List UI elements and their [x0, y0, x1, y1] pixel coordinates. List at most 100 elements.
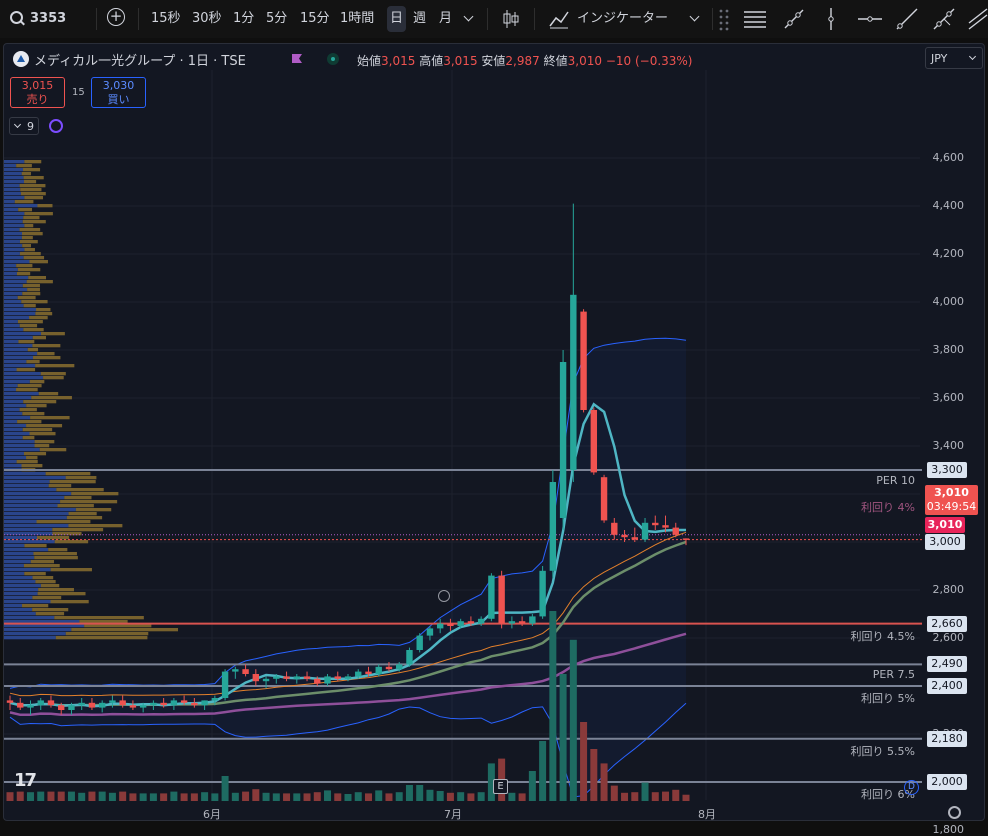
candle-body	[201, 700, 208, 706]
volume-bar	[354, 792, 362, 801]
candle-body	[396, 664, 403, 670]
volume-profile-bar	[71, 628, 179, 632]
volume-profile-bar	[30, 560, 55, 564]
volume-profile-bar	[4, 284, 23, 288]
level-price-tag: 2,400	[927, 678, 967, 694]
dividend-marker[interactable]: D	[904, 780, 919, 795]
volume-profile-bar	[24, 224, 34, 228]
volume-profile-bar	[4, 228, 20, 232]
volume-profile-bar	[4, 308, 37, 312]
volume-profile-bar	[4, 352, 38, 356]
volume-profile-bar	[4, 580, 36, 584]
volume-profile-bar	[20, 188, 42, 192]
volume-profile-bar	[60, 500, 118, 504]
volume-profile-bar	[37, 352, 55, 356]
volume-profile-bar	[16, 460, 38, 464]
volume-profile-bar	[4, 536, 37, 540]
sync-icon[interactable]	[49, 119, 63, 133]
buy-button[interactable]: 3,030 買い	[91, 77, 146, 108]
volume-profile-bar	[4, 236, 22, 240]
indicators-toggle[interactable]: 9	[9, 117, 39, 135]
volume-profile-bar	[14, 200, 34, 204]
currency-select[interactable]: JPY	[925, 47, 983, 69]
volume-profile-bar	[57, 504, 94, 508]
volume-profile-bar	[32, 576, 54, 580]
earnings-marker[interactable]: E	[493, 779, 508, 794]
volume-profile-bar	[40, 372, 66, 376]
volume-profile-bar	[4, 328, 24, 332]
volume-profile-bar	[4, 368, 17, 372]
candle-body	[580, 311, 587, 410]
volume-profile-bar	[4, 312, 36, 316]
volume-profile-bar	[23, 216, 40, 220]
volume-bar	[313, 792, 321, 801]
symbol-title[interactable]: メディカル一光グループ · 1日 · TSE	[34, 50, 246, 69]
volume-profile-bar	[24, 248, 35, 252]
candle-body	[375, 666, 382, 674]
volume-profile-bar	[21, 172, 31, 176]
volume-profile-bar	[39, 448, 67, 452]
level-line-label: 利回り 6%	[861, 788, 915, 801]
volume-profile-bar	[4, 412, 23, 416]
candle-body	[334, 676, 341, 679]
sell-button[interactable]: 3,015 売り	[10, 77, 65, 108]
volume-profile-bar	[19, 240, 38, 244]
volume-profile-bar	[4, 212, 25, 216]
volume-profile-bar	[4, 244, 23, 248]
level-price-tag: 3,300	[927, 462, 967, 478]
volume-profile-bar	[4, 480, 50, 484]
candle-body	[262, 678, 270, 682]
candle-body	[672, 527, 679, 535]
time-axis-label: 7月	[444, 808, 462, 821]
volume-profile-bar	[22, 232, 43, 236]
volume-profile-bar	[22, 284, 40, 288]
replay-marker-icon[interactable]	[438, 590, 450, 602]
volume-profile-bar	[20, 192, 46, 196]
volume-bar	[283, 793, 291, 801]
candle-body	[477, 618, 485, 624]
price-tag-3000: 3,000	[925, 534, 965, 550]
volume-bar	[88, 791, 96, 801]
volume-bar	[231, 792, 239, 801]
volume-profile-bar	[4, 460, 17, 464]
volume-profile-bar	[68, 512, 97, 516]
volume-profile-bar	[4, 400, 24, 404]
candle-body	[242, 669, 249, 674]
volume-bar	[590, 749, 598, 801]
candle-body	[365, 671, 372, 674]
candle-body	[498, 575, 505, 624]
volume-bar	[201, 792, 209, 801]
volume-bar	[682, 794, 690, 801]
level-line-label: 利回り 4.5%	[850, 629, 915, 643]
volume-profile-bar	[52, 528, 104, 532]
volume-bar	[160, 793, 168, 801]
volume-profile-bar	[4, 568, 51, 572]
volume-bar	[221, 776, 229, 801]
volume-bar	[262, 792, 270, 801]
volume-profile-bar	[4, 172, 22, 176]
volume-bar	[57, 791, 65, 801]
volume-profile-bar	[17, 296, 36, 300]
price-axis-label: 3,600	[932, 391, 965, 404]
volume-profile-bar	[4, 332, 42, 336]
volume-profile-bar	[4, 356, 34, 360]
volume-profile-bar	[16, 368, 36, 372]
tradingview-logo[interactable]: 17	[14, 770, 37, 791]
volume-profile-bar	[4, 408, 20, 412]
settings-gear-icon[interactable]	[948, 806, 961, 819]
volume-profile-bar	[24, 572, 46, 576]
volume-profile-bar	[52, 532, 82, 536]
candle-body	[78, 702, 85, 706]
volume-profile-bar	[4, 632, 66, 636]
volume-profile-bar	[4, 448, 40, 452]
volume-bar	[621, 792, 629, 801]
volume-profile-bar	[19, 324, 38, 328]
candle-body	[119, 700, 126, 706]
volume-profile-bar	[35, 364, 75, 368]
candle-body	[539, 570, 546, 617]
volume-profile-bar	[26, 456, 38, 460]
volume-profile-bar	[4, 432, 30, 436]
volume-profile-bar	[19, 228, 41, 232]
volume-profile-bar	[4, 592, 38, 596]
time-axis-label: 8月	[698, 808, 716, 821]
